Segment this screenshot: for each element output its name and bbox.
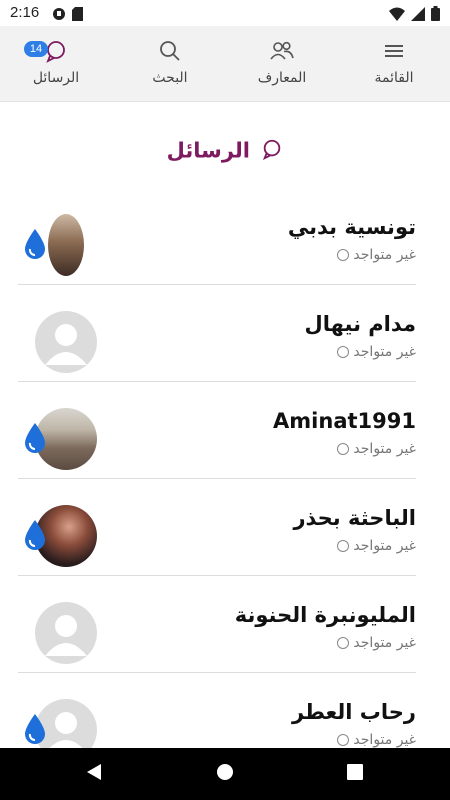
contact-name: تونسية بدبي bbox=[287, 215, 416, 239]
offline-dot-icon bbox=[337, 443, 350, 455]
contact-status-text: غير متواجد bbox=[353, 635, 416, 651]
page-title: الرسائل bbox=[0, 138, 450, 165]
nav-search-label: البحث bbox=[152, 70, 188, 86]
search-icon bbox=[120, 38, 220, 64]
nav-messages-label: الرسائل bbox=[32, 70, 80, 86]
offline-dot-icon bbox=[337, 637, 350, 649]
drop-icon bbox=[25, 520, 45, 550]
contact-status: غير متواجد bbox=[337, 635, 416, 651]
contact-name: الباحثة بحذر bbox=[293, 506, 416, 530]
contact-name: Aminat1991 bbox=[273, 409, 416, 433]
contact-status: غير متواجد bbox=[337, 344, 416, 360]
chat-icon bbox=[6, 38, 106, 64]
contact-name: مدام نيهال bbox=[304, 312, 416, 336]
wifi-icon bbox=[389, 6, 405, 25]
drop-icon bbox=[25, 423, 45, 453]
chat-icon bbox=[261, 138, 283, 165]
top-navigation: القائمة المعارف البحث الرسائل 14 bbox=[0, 26, 450, 102]
user-placeholder-icon bbox=[45, 615, 87, 656]
avatar bbox=[35, 602, 97, 664]
battery-icon bbox=[431, 6, 440, 25]
contact-status: غير متواجد bbox=[337, 732, 416, 748]
recents-icon[interactable] bbox=[345, 762, 365, 786]
avatar bbox=[35, 311, 97, 373]
list-item[interactable]: تونسية بدبي غير متواجد bbox=[18, 188, 416, 285]
contact-status: غير متواجد bbox=[337, 441, 416, 457]
offline-dot-icon bbox=[337, 734, 350, 746]
list-item[interactable]: المليونبرة الحنونة غير متواجد bbox=[18, 576, 416, 673]
user-placeholder-icon bbox=[45, 324, 87, 365]
sim-card-icon bbox=[72, 6, 83, 25]
contact-status-text: غير متواجد bbox=[353, 441, 416, 457]
nav-contacts-label: المعارف bbox=[257, 70, 307, 86]
contact-name: المليونبرة الحنونة bbox=[234, 603, 416, 627]
messages-badge: 14 bbox=[24, 41, 48, 57]
nav-menu-label: القائمة bbox=[374, 70, 414, 86]
contact-status-text: غير متواجد bbox=[353, 732, 416, 748]
nav-menu[interactable]: القائمة bbox=[344, 38, 444, 86]
contact-status: غير متواجد bbox=[337, 538, 416, 554]
nav-search[interactable]: البحث bbox=[120, 38, 220, 86]
drop-icon bbox=[25, 714, 45, 744]
offline-dot-icon bbox=[337, 540, 350, 552]
contact-name: رحاب العطر bbox=[292, 700, 416, 724]
list-item[interactable]: Aminat1991 غير متواجد bbox=[18, 382, 416, 479]
drop-icon bbox=[25, 229, 45, 259]
status-time: 2:16 bbox=[10, 4, 40, 21]
page-title-text: الرسائل bbox=[166, 138, 250, 163]
signal-icon bbox=[411, 6, 425, 25]
status-bar: 2:16 bbox=[0, 0, 450, 26]
contact-status-text: غير متواجد bbox=[353, 344, 416, 360]
back-icon[interactable] bbox=[84, 762, 104, 786]
notification-icon bbox=[52, 6, 66, 25]
list-item[interactable]: مدام نيهال غير متواجد bbox=[18, 285, 416, 382]
system-navigation-bar bbox=[0, 748, 450, 800]
contact-status: غير متواجد bbox=[337, 247, 416, 263]
contact-status-text: غير متواجد bbox=[353, 538, 416, 554]
list-item[interactable]: الباحثة بحذر غير متواجد bbox=[18, 479, 416, 576]
nav-messages[interactable]: الرسائل bbox=[6, 38, 106, 86]
menu-icon bbox=[344, 38, 444, 64]
people-icon bbox=[232, 38, 332, 64]
avatar bbox=[48, 214, 84, 276]
messages-list: تونسية بدبي غير متواجد مدام نيهال غير مت… bbox=[18, 188, 416, 770]
nav-contacts[interactable]: المعارف bbox=[232, 38, 332, 86]
home-icon[interactable] bbox=[215, 762, 235, 786]
contact-status-text: غير متواجد bbox=[353, 247, 416, 263]
offline-dot-icon bbox=[337, 346, 350, 358]
offline-dot-icon bbox=[337, 249, 350, 261]
